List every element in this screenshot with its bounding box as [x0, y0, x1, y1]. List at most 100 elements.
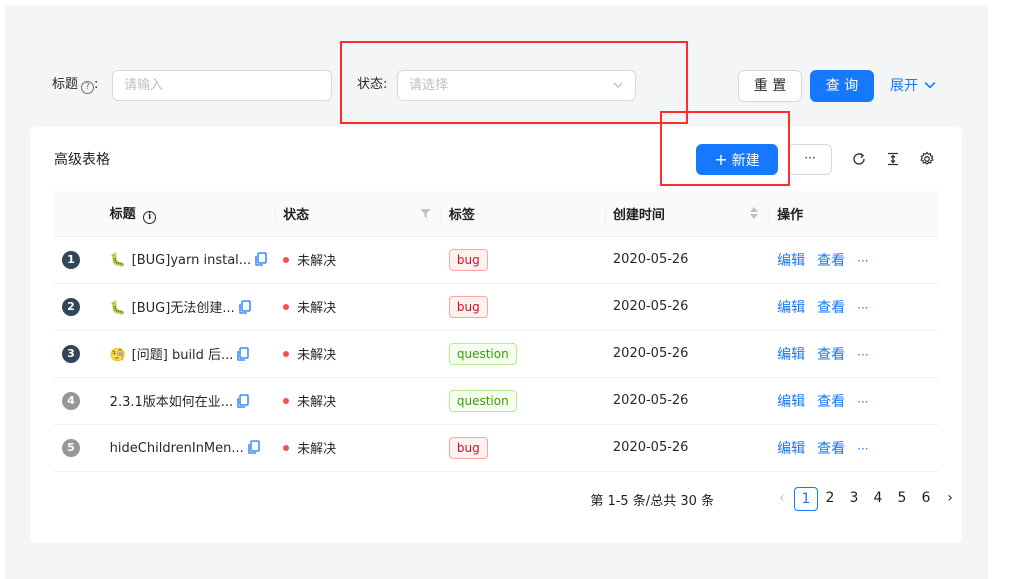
- view-link[interactable]: 查看: [817, 347, 845, 363]
- new-button-label: 新建: [731, 153, 760, 169]
- row-title: [BUG]yarn instal...: [131, 252, 252, 268]
- expand-label: 展开: [890, 78, 918, 94]
- row-actions-cell: 编辑 查看 ···: [769, 377, 938, 425]
- edit-link[interactable]: 编辑: [777, 394, 805, 410]
- question-circle-icon[interactable]: ?: [81, 81, 95, 94]
- row-actions-cell: 编辑 查看 ···: [769, 236, 938, 284]
- row-tag-cell: bug: [440, 236, 605, 284]
- edit-link[interactable]: 编辑: [777, 253, 805, 269]
- row-status-cell: 未解决: [275, 424, 441, 472]
- table-row: 3 🧐 [问题] build 后... 未解决 question 2020-05-…: [54, 330, 938, 378]
- row-created: 2020-05-26: [612, 252, 689, 267]
- title-filter-label: 标题?:: [52, 77, 99, 94]
- view-link[interactable]: 查看: [817, 300, 845, 316]
- index-column-header: [54, 191, 102, 237]
- chevron-down-icon: [613, 82, 623, 88]
- row-status-cell: 未解决: [275, 377, 441, 425]
- row-title-cell: 🐛 [BUG]yarn instal...: [101, 236, 276, 284]
- copy-icon[interactable]: [255, 251, 267, 266]
- pagination-page-3[interactable]: 3: [842, 487, 866, 511]
- more-options-button[interactable]: ···: [788, 144, 832, 175]
- status-dot-icon: [283, 304, 290, 310]
- row-index-cell: 3: [54, 330, 102, 378]
- row-index-cell: 5: [54, 424, 102, 472]
- pagination-page-2[interactable]: 2: [818, 487, 842, 511]
- pagination-page-5[interactable]: 5: [890, 487, 914, 511]
- table-row: 5 hideChildrenInMen... 未解决 bug 2020-05-2…: [54, 424, 938, 472]
- pagination-page-1[interactable]: 1: [794, 487, 818, 511]
- row-index-badge: 5: [62, 438, 80, 457]
- row-more-link[interactable]: ···: [857, 301, 868, 315]
- row-title-cell: 🧐 [问题] build 后...: [101, 330, 276, 378]
- row-tag: question: [448, 389, 517, 412]
- row-more-link[interactable]: ···: [857, 254, 868, 268]
- row-more-link[interactable]: ···: [857, 442, 868, 456]
- title-filter-input[interactable]: 请输入: [112, 70, 332, 101]
- row-tag: bug: [448, 295, 488, 318]
- view-link[interactable]: 查看: [817, 394, 845, 410]
- row-status: 未解决: [297, 301, 337, 316]
- row-created: 2020-05-26: [612, 299, 689, 314]
- pagination-page-4[interactable]: 4: [866, 487, 890, 511]
- row-tag-cell: question: [440, 377, 605, 425]
- table-row: 4 2.3.1版本如何在业... 未解决 question 2020-05-26…: [54, 377, 938, 425]
- row-tag: question: [448, 342, 517, 365]
- pagination-prev-icon[interactable]: ‹: [770, 487, 794, 511]
- chevron-down-icon: [925, 82, 936, 89]
- query-button[interactable]: 查 询: [810, 70, 874, 102]
- row-tag: bug: [448, 436, 488, 459]
- row-status-cell: 未解决: [275, 236, 441, 284]
- sort-icon[interactable]: [749, 206, 759, 220]
- column-header-title: 标题 i: [101, 191, 276, 237]
- column-header-created[interactable]: 创建时间: [604, 191, 770, 237]
- edit-link[interactable]: 编辑: [777, 300, 805, 316]
- view-link[interactable]: 查看: [817, 253, 845, 269]
- row-more-link[interactable]: ···: [857, 395, 868, 409]
- pagination-page-6[interactable]: 6: [914, 487, 938, 511]
- status-dot-icon: [283, 351, 290, 357]
- new-button[interactable]: + 新建: [696, 144, 778, 175]
- row-created-cell: 2020-05-26: [604, 377, 770, 425]
- search-form: 标题?: 请输入 状态: 请选择 重 置 查 询 展开: [30, 40, 962, 125]
- row-status: 未解决: [297, 254, 337, 269]
- row-status: 未解决: [297, 442, 337, 457]
- copy-icon[interactable]: [237, 347, 250, 361]
- title-filter-placeholder: 请输入: [124, 78, 164, 93]
- column-header-status[interactable]: 状态: [275, 191, 441, 237]
- row-title: [BUG]无法创建...: [131, 301, 235, 316]
- row-created-cell: 2020-05-26: [604, 236, 770, 284]
- status-dot-icon: [283, 257, 290, 263]
- row-created: 2020-05-26: [612, 440, 689, 455]
- expand-link[interactable]: 展开: [890, 70, 936, 102]
- row-index-badge: 4: [62, 391, 80, 410]
- column-header-actions: 操作: [769, 191, 938, 237]
- pagination-next-icon[interactable]: ›: [938, 487, 962, 511]
- filter-icon[interactable]: [420, 208, 431, 219]
- column-height-icon[interactable]: [885, 151, 901, 167]
- info-circle-icon[interactable]: i: [143, 210, 157, 224]
- status-filter-select[interactable]: 请选择: [397, 70, 636, 101]
- row-more-link[interactable]: ···: [857, 348, 868, 362]
- copy-icon[interactable]: [239, 300, 251, 314]
- view-link[interactable]: 查看: [817, 441, 845, 457]
- reset-button[interactable]: 重 置: [738, 70, 802, 102]
- row-created-cell: 2020-05-26: [604, 330, 770, 378]
- row-emoji-icon: 🐛: [109, 301, 126, 316]
- edit-link[interactable]: 编辑: [777, 347, 805, 363]
- row-created: 2020-05-26: [612, 346, 689, 361]
- table-card: 高级表格 + 新建 ··· 标题 i 状态 标签 创建时间 操作 1 🐛 [BU…: [30, 127, 962, 543]
- row-status-cell: 未解决: [275, 283, 441, 331]
- row-tag-cell: question: [440, 330, 605, 378]
- row-index-badge: 1: [62, 250, 80, 269]
- edit-link[interactable]: 编辑: [777, 441, 805, 457]
- row-index-badge: 3: [62, 344, 80, 363]
- row-index-cell: 4: [54, 377, 102, 425]
- setting-icon[interactable]: [919, 151, 935, 167]
- row-status: 未解决: [297, 395, 337, 410]
- plus-icon: +: [714, 150, 728, 169]
- row-tag-cell: bug: [440, 424, 605, 472]
- copy-icon[interactable]: [237, 394, 249, 408]
- copy-icon[interactable]: [248, 439, 260, 454]
- reload-icon[interactable]: [851, 151, 867, 167]
- row-title-cell: 2.3.1版本如何在业...: [101, 377, 276, 425]
